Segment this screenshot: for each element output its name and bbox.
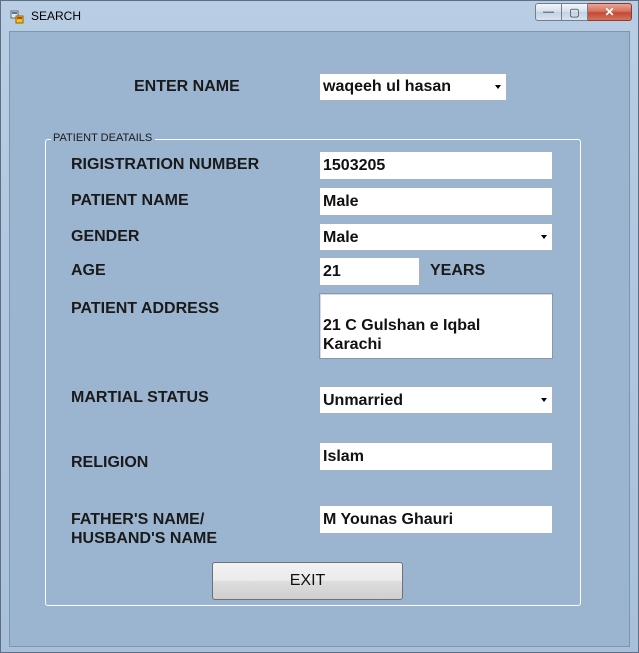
search-window: SEARCH — ▢ ✕ ENTER NAME waqeeh ul hasan …: [0, 0, 639, 653]
patient-address-value: 21 C Gulshan e Iqbal Karachi: [323, 317, 481, 353]
exit-button-label: EXIT: [289, 572, 326, 589]
patient-address-textarea[interactable]: 21 C Gulshan e Iqbal Karachi: [319, 293, 553, 359]
chevron-down-icon[interactable]: [495, 85, 501, 89]
age-label: AGE: [71, 262, 106, 279]
window-title: SEARCH: [31, 9, 82, 23]
martial-status-combobox[interactable]: Unmarried: [319, 386, 553, 414]
age-value: 21: [323, 263, 341, 280]
registration-number-value: 1503205: [323, 157, 386, 174]
minimize-icon: —: [543, 6, 554, 18]
minimize-button[interactable]: —: [535, 3, 562, 21]
patient-name-field[interactable]: Male: [319, 187, 553, 216]
registration-number-field[interactable]: 1503205: [319, 151, 553, 180]
age-unit-label: YEARS: [430, 262, 486, 279]
title-bar[interactable]: SEARCH — ▢ ✕: [1, 1, 638, 31]
enter-name-combobox[interactable]: waqeeh ul hasan: [319, 73, 507, 101]
age-field[interactable]: 21: [319, 257, 420, 286]
close-button[interactable]: ✕: [588, 3, 632, 21]
enter-name-value: waqeeh ul hasan: [323, 78, 452, 95]
maximize-button[interactable]: ▢: [562, 3, 588, 21]
patient-address-label: PATIENT ADDRESS: [71, 300, 220, 317]
father-name-label-line1: FATHER'S NAME/: [71, 511, 205, 528]
registration-number-label: RIGISTRATION NUMBER: [71, 156, 260, 173]
close-icon: ✕: [604, 5, 615, 19]
martial-status-value: Unmarried: [323, 392, 404, 409]
religion-label: RELIGION: [71, 454, 149, 471]
religion-value: Islam: [323, 448, 364, 465]
patient-name-label: PATIENT NAME: [71, 192, 189, 209]
religion-field[interactable]: Islam: [319, 442, 553, 471]
father-name-field[interactable]: M Younas Ghauri: [319, 505, 553, 534]
chevron-down-icon[interactable]: [541, 398, 547, 402]
gender-combobox[interactable]: Male: [319, 223, 553, 251]
patient-name-value: Male: [323, 193, 359, 210]
patient-details-legend: PATIENT DEATAILS: [51, 132, 156, 145]
gender-value: Male: [323, 229, 359, 246]
chevron-down-icon[interactable]: [541, 235, 547, 239]
form-icon: [10, 10, 24, 24]
enter-name-label: ENTER NAME: [134, 78, 240, 95]
father-name-label-line2: HUSBAND'S NAME: [71, 530, 218, 547]
maximize-icon: ▢: [569, 6, 580, 19]
gender-label: GENDER: [71, 228, 140, 245]
caption-buttons: — ▢ ✕: [535, 3, 632, 22]
exit-button[interactable]: EXIT: [212, 562, 403, 600]
martial-status-label: MARTIAL STATUS: [71, 389, 209, 406]
father-name-value: M Younas Ghauri: [323, 511, 454, 528]
